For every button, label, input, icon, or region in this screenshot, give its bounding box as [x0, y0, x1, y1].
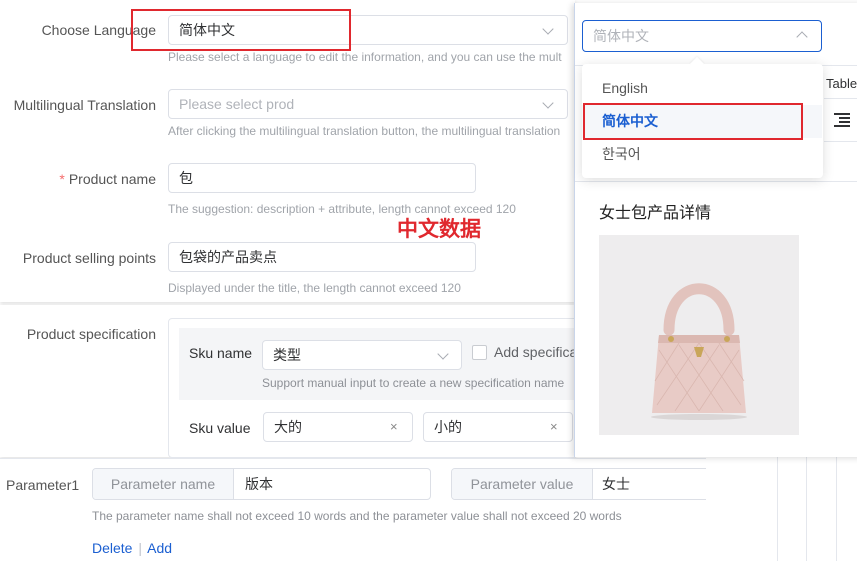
delete-link[interactable]: Delete	[92, 540, 132, 556]
parameter-name-group[interactable]: Parameter name 版本	[92, 468, 431, 500]
language-option-english[interactable]: English	[582, 72, 822, 105]
divider	[806, 455, 807, 561]
product-specification-label: Product specification	[26, 326, 156, 342]
preview-divider	[824, 141, 857, 142]
selling-points-label: Product selling points	[22, 250, 156, 266]
align-right-icon[interactable]	[834, 113, 850, 127]
product-name-input[interactable]: 包	[168, 163, 476, 193]
preview-divider	[824, 98, 857, 99]
parameter-name-value: 版本	[245, 476, 273, 492]
parameter-actions: Delete | Add	[92, 540, 172, 556]
sku-value-2: 小的	[434, 419, 462, 435]
divider	[777, 455, 778, 561]
add-specification-label: Add specifica	[494, 344, 578, 360]
multilingual-translation-hint: After clicking the multilingual translat…	[168, 124, 561, 138]
chinese-data-annotation: 中文数据	[397, 217, 481, 241]
parameter-value-addon: Parameter value	[452, 469, 593, 499]
choose-language-hint: Please select a language to edit the inf…	[168, 50, 562, 64]
sku-name-label: Sku name	[189, 345, 253, 361]
preview-language-value: 简体中文	[593, 28, 649, 44]
parameter-label: Parameter1	[6, 477, 80, 493]
add-specification-checkbox[interactable]	[472, 345, 487, 360]
sku-value-label: Sku value	[189, 420, 251, 436]
sku-name-value: 类型	[273, 347, 301, 363]
add-link[interactable]: Add	[147, 540, 172, 556]
product-name-value: 包	[179, 170, 193, 186]
product-name-label: * Product name	[0, 171, 156, 187]
option-highlight-box	[583, 103, 803, 140]
close-icon[interactable]: ×	[550, 419, 558, 434]
language-option-korean[interactable]: 한국어	[582, 138, 822, 171]
language-highlight-box	[131, 9, 351, 51]
multilingual-translation-label: Multilingual Translation	[13, 97, 156, 113]
multilingual-translation-placeholder: Please select prod	[179, 96, 295, 112]
sku-name-hint: Support manual input to create a new spe…	[262, 376, 565, 390]
close-icon[interactable]: ×	[390, 419, 398, 434]
preview-language-select[interactable]: 简体中文	[582, 20, 822, 52]
parameter-value-group[interactable]: Parameter value 女士	[451, 468, 711, 500]
required-mark: *	[59, 171, 65, 187]
product-image	[599, 235, 799, 435]
parameter-name-addon: Parameter name	[93, 469, 234, 499]
multilingual-translation-select[interactable]: Please select prod	[168, 89, 568, 119]
preview-title: 女士包产品详情	[599, 205, 712, 222]
selling-points-hint: Displayed under the title, the length ca…	[168, 281, 461, 295]
sku-value-1: 大的	[274, 419, 302, 435]
tab-table[interactable]: Table	[826, 76, 857, 91]
parameter-value-value: 女士	[602, 476, 630, 492]
sku-name-select[interactable]: 类型	[262, 340, 462, 370]
product-name-label-text: Product name	[68, 171, 156, 187]
selling-points-input[interactable]: 包袋的产品卖点	[168, 242, 476, 272]
selling-points-value: 包袋的产品卖点	[179, 249, 277, 265]
parameter-hint: The parameter name shall not exceed 10 w…	[92, 509, 622, 523]
action-separator: |	[138, 540, 142, 556]
divider	[836, 455, 837, 561]
